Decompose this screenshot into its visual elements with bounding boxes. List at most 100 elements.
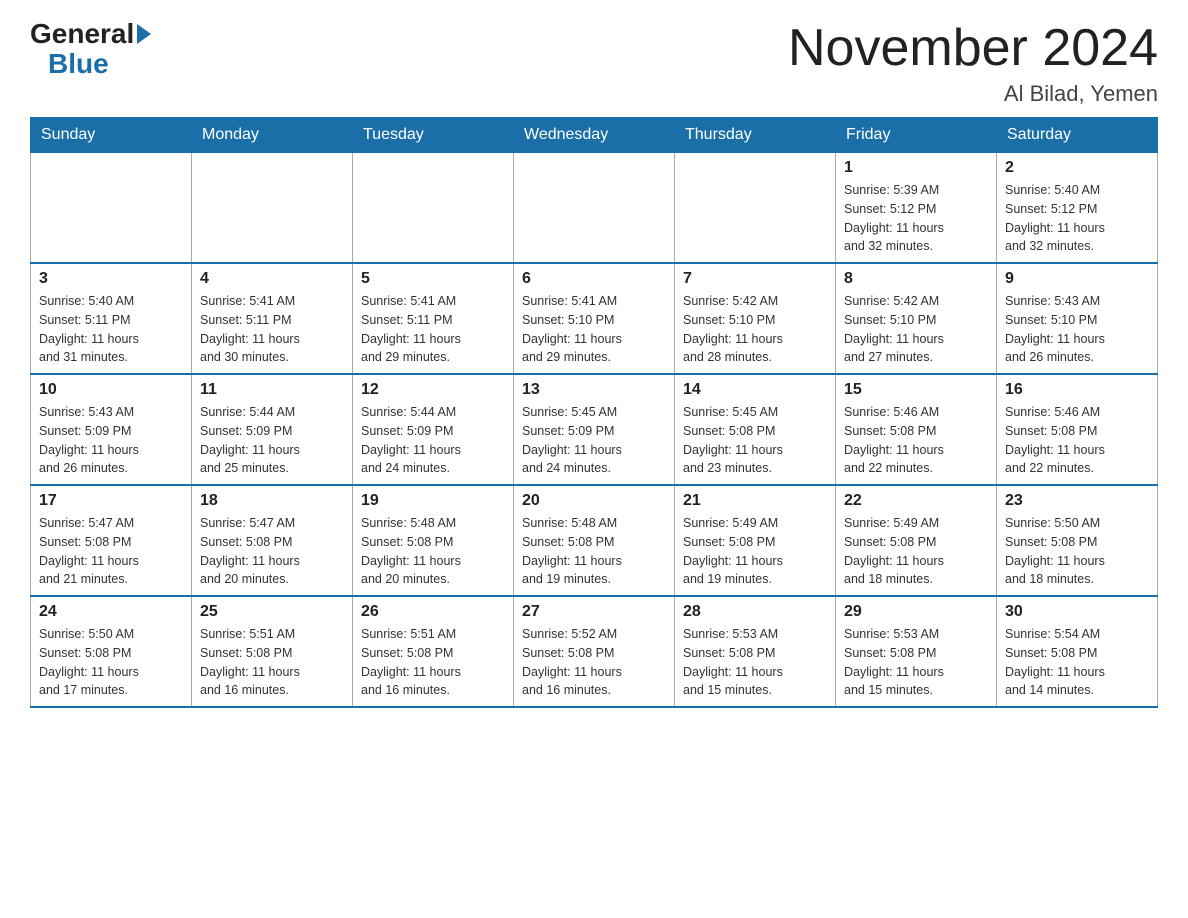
day-info: Sunrise: 5:52 AM Sunset: 5:08 PM Dayligh… [522,625,666,700]
day-info: Sunrise: 5:53 AM Sunset: 5:08 PM Dayligh… [844,625,988,700]
weekday-header-thursday: Thursday [675,118,836,153]
day-number: 17 [39,492,183,510]
calendar-cell: 20 Sunrise: 5:48 AM Sunset: 5:08 PM Dayli… [514,485,675,596]
calendar-cell: 12Sunrise: 5:44 AM Sunset: 5:09 PM Dayli… [353,374,514,485]
day-info: Sunrise: 5:44 AM Sunset: 5:09 PM Dayligh… [200,403,344,478]
calendar-cell: 13Sunrise: 5:45 AM Sunset: 5:09 PM Dayli… [514,374,675,485]
day-number: 30 [1005,603,1149,621]
calendar-week-3: 10 Sunrise: 5:43 AM Sunset: 5:09 PM Dayli… [31,374,1158,485]
calendar-cell: 2Sunrise: 5:40 AM Sunset: 5:12 PM Daylig… [997,153,1158,264]
day-number: 26 [361,603,505,621]
day-info: Sunrise: 5:47 AM Sunset: 5:08 PM Dayligh… [200,514,344,589]
calendar-cell: 30 Sunrise: 5:54 AM Sunset: 5:08 PM Dayli… [997,596,1158,707]
day-number: 25 [200,603,344,621]
day-number: 6 [522,270,666,288]
calendar-cell: 18 Sunrise: 5:47 AM Sunset: 5:08 PM Dayli… [192,485,353,596]
day-info: Sunrise: 5:51 AM Sunset: 5:08 PM Dayligh… [200,625,344,700]
day-number: 22 [844,492,988,510]
calendar-cell: 11 Sunrise: 5:44 AM Sunset: 5:09 PM Dayli… [192,374,353,485]
day-number: 19 [361,492,505,510]
calendar-cell: 5 Sunrise: 5:41 AM Sunset: 5:11 PM Daylig… [353,263,514,374]
day-number: 7 [683,270,827,288]
day-info: Sunrise: 5:42 AM Sunset: 5:10 PM Dayligh… [844,292,988,367]
day-info: Sunrise: 5:43 AM Sunset: 5:10 PM Dayligh… [1005,292,1149,367]
day-number: 5 [361,270,505,288]
weekday-header-friday: Friday [836,118,997,153]
calendar-cell: 21 Sunrise: 5:49 AM Sunset: 5:08 PM Dayli… [675,485,836,596]
day-number: 10 [39,381,183,399]
calendar-table: SundayMondayTuesdayWednesdayThursdayFrid… [30,117,1158,708]
calendar-week-4: 17 Sunrise: 5:47 AM Sunset: 5:08 PM Dayli… [31,485,1158,596]
calendar-cell: 22 Sunrise: 5:49 AM Sunset: 5:08 PM Dayli… [836,485,997,596]
weekday-header-wednesday: Wednesday [514,118,675,153]
day-info: Sunrise: 5:41 AM Sunset: 5:11 PM Dayligh… [361,292,505,367]
calendar-cell: 19 Sunrise: 5:48 AM Sunset: 5:08 PM Dayli… [353,485,514,596]
calendar-cell: 15Sunrise: 5:46 AM Sunset: 5:08 PM Dayli… [836,374,997,485]
day-info: Sunrise: 5:46 AM Sunset: 5:08 PM Dayligh… [1005,403,1149,478]
day-info: Sunrise: 5:39 AM Sunset: 5:12 PM Dayligh… [844,181,988,256]
day-info: Sunrise: 5:45 AM Sunset: 5:09 PM Dayligh… [522,403,666,478]
calendar-cell [514,153,675,264]
day-number: 11 [200,381,344,399]
calendar-cell: 8 Sunrise: 5:42 AM Sunset: 5:10 PM Daylig… [836,263,997,374]
calendar-cell [31,153,192,264]
calendar-cell: 28 Sunrise: 5:53 AM Sunset: 5:08 PM Dayli… [675,596,836,707]
day-number: 20 [522,492,666,510]
day-info: Sunrise: 5:46 AM Sunset: 5:08 PM Dayligh… [844,403,988,478]
day-number: 18 [200,492,344,510]
weekday-header-saturday: Saturday [997,118,1158,153]
calendar-cell: 27 Sunrise: 5:52 AM Sunset: 5:08 PM Dayli… [514,596,675,707]
calendar-cell [675,153,836,264]
calendar-cell: 29Sunrise: 5:53 AM Sunset: 5:08 PM Dayli… [836,596,997,707]
day-number: 3 [39,270,183,288]
day-info: Sunrise: 5:41 AM Sunset: 5:11 PM Dayligh… [200,292,344,367]
day-number: 4 [200,270,344,288]
day-info: Sunrise: 5:45 AM Sunset: 5:08 PM Dayligh… [683,403,827,478]
day-number: 8 [844,270,988,288]
logo-blue: Blue [48,50,109,78]
day-number: 14 [683,381,827,399]
calendar-cell: 9Sunrise: 5:43 AM Sunset: 5:10 PM Daylig… [997,263,1158,374]
day-info: Sunrise: 5:54 AM Sunset: 5:08 PM Dayligh… [1005,625,1149,700]
day-info: Sunrise: 5:41 AM Sunset: 5:10 PM Dayligh… [522,292,666,367]
weekday-header-tuesday: Tuesday [353,118,514,153]
day-number: 2 [1005,159,1149,177]
subtitle: Al Bilad, Yemen [788,81,1158,107]
calendar-cell: 3 Sunrise: 5:40 AM Sunset: 5:11 PM Daylig… [31,263,192,374]
calendar-cell: 26 Sunrise: 5:51 AM Sunset: 5:08 PM Dayli… [353,596,514,707]
day-info: Sunrise: 5:48 AM Sunset: 5:08 PM Dayligh… [361,514,505,589]
day-info: Sunrise: 5:50 AM Sunset: 5:08 PM Dayligh… [39,625,183,700]
calendar-cell: 17 Sunrise: 5:47 AM Sunset: 5:08 PM Dayli… [31,485,192,596]
day-number: 21 [683,492,827,510]
day-info: Sunrise: 5:51 AM Sunset: 5:08 PM Dayligh… [361,625,505,700]
calendar-cell [353,153,514,264]
day-number: 16 [1005,381,1149,399]
calendar-cell: 4 Sunrise: 5:41 AM Sunset: 5:11 PM Daylig… [192,263,353,374]
day-number: 28 [683,603,827,621]
calendar-cell: 24 Sunrise: 5:50 AM Sunset: 5:08 PM Dayli… [31,596,192,707]
day-number: 12 [361,381,505,399]
logo-general: General [30,20,134,48]
logo-triangle-icon [137,24,151,44]
calendar-cell: 10 Sunrise: 5:43 AM Sunset: 5:09 PM Dayli… [31,374,192,485]
calendar-cell: 7 Sunrise: 5:42 AM Sunset: 5:10 PM Daylig… [675,263,836,374]
calendar-cell: 14 Sunrise: 5:45 AM Sunset: 5:08 PM Dayli… [675,374,836,485]
day-number: 27 [522,603,666,621]
day-info: Sunrise: 5:49 AM Sunset: 5:08 PM Dayligh… [683,514,827,589]
title-block: November 2024 Al Bilad, Yemen [788,20,1158,107]
day-number: 23 [1005,492,1149,510]
day-info: Sunrise: 5:49 AM Sunset: 5:08 PM Dayligh… [844,514,988,589]
day-info: Sunrise: 5:50 AM Sunset: 5:08 PM Dayligh… [1005,514,1149,589]
day-info: Sunrise: 5:43 AM Sunset: 5:09 PM Dayligh… [39,403,183,478]
day-info: Sunrise: 5:47 AM Sunset: 5:08 PM Dayligh… [39,514,183,589]
page-header: General Blue November 2024 Al Bilad, Yem… [30,20,1158,107]
weekday-header-monday: Monday [192,118,353,153]
calendar-cell: 1Sunrise: 5:39 AM Sunset: 5:12 PM Daylig… [836,153,997,264]
day-info: Sunrise: 5:42 AM Sunset: 5:10 PM Dayligh… [683,292,827,367]
day-info: Sunrise: 5:53 AM Sunset: 5:08 PM Dayligh… [683,625,827,700]
day-info: Sunrise: 5:40 AM Sunset: 5:11 PM Dayligh… [39,292,183,367]
day-number: 24 [39,603,183,621]
day-info: Sunrise: 5:48 AM Sunset: 5:08 PM Dayligh… [522,514,666,589]
weekday-header-sunday: Sunday [31,118,192,153]
calendar-cell: 25 Sunrise: 5:51 AM Sunset: 5:08 PM Dayli… [192,596,353,707]
